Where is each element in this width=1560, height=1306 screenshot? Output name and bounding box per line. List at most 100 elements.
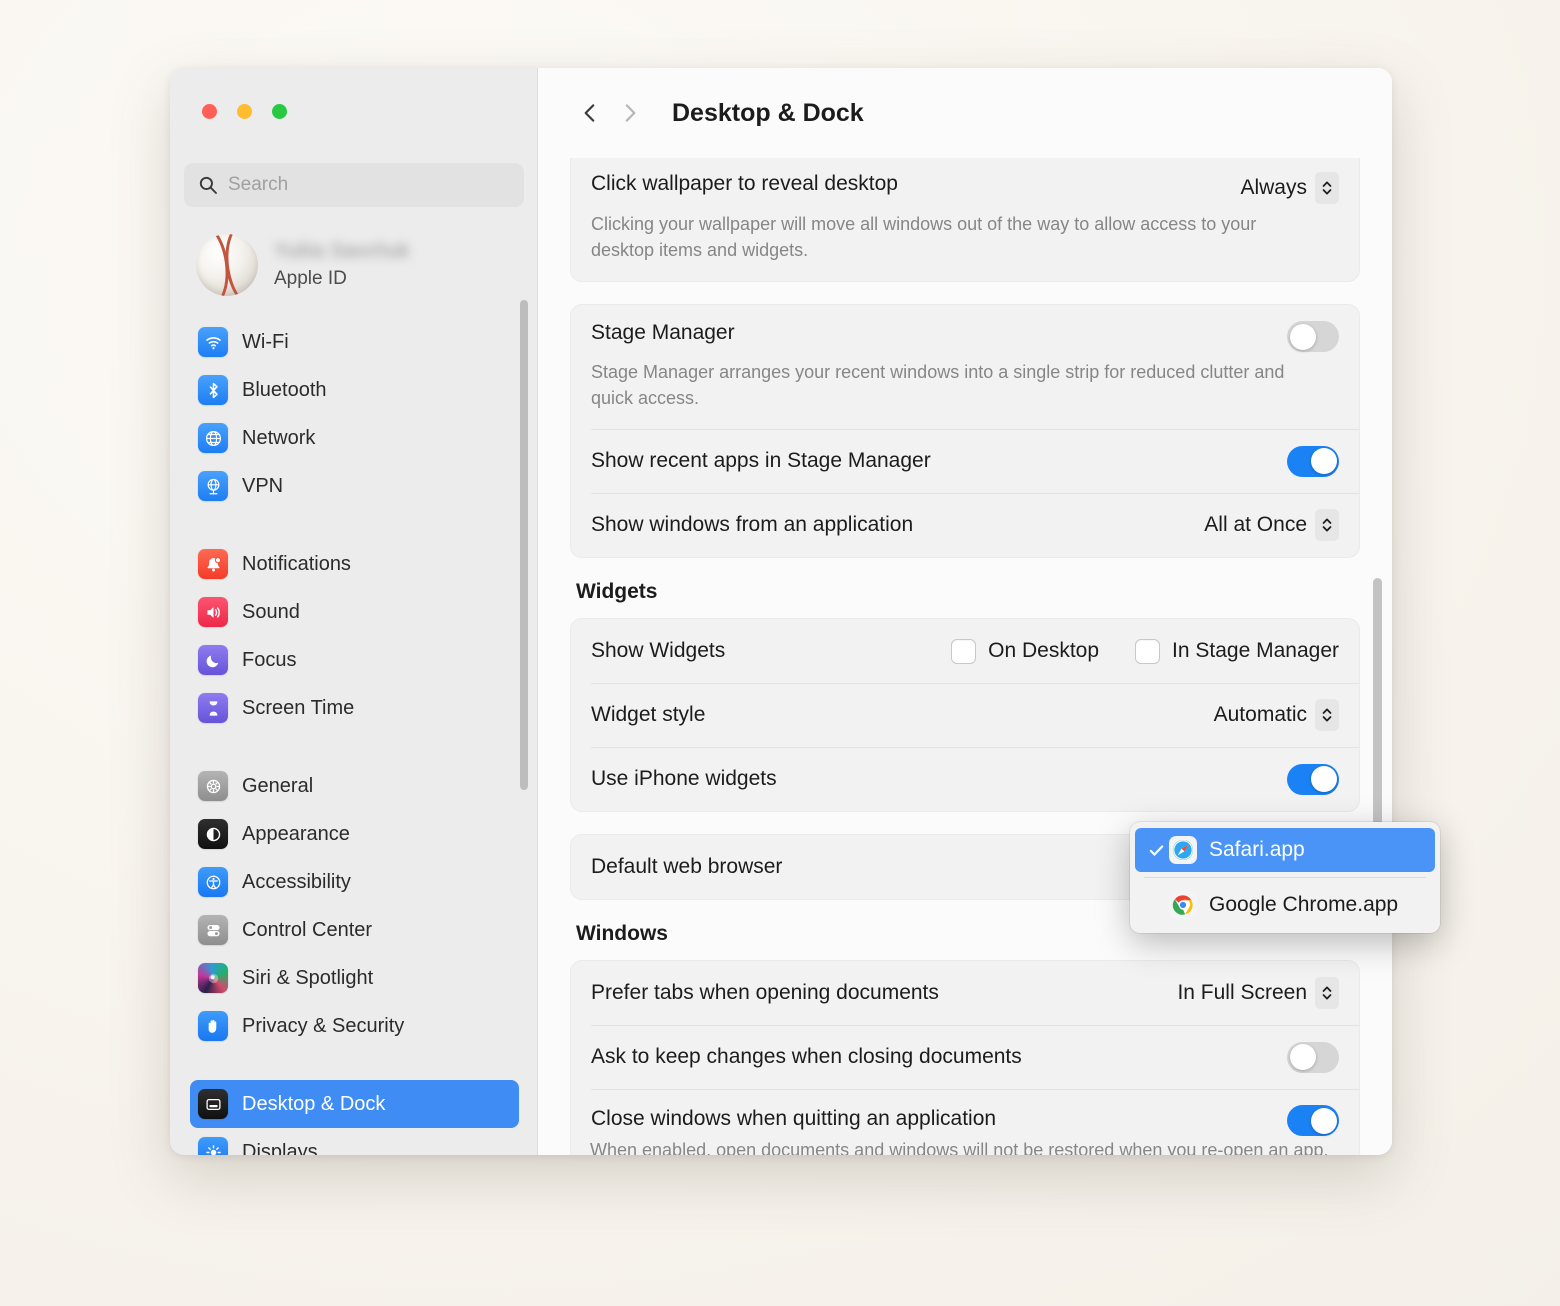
ask-to-keep-toggle[interactable]	[1287, 1041, 1339, 1073]
avatar	[196, 234, 258, 296]
dropdown-item-safari[interactable]: Safari.app	[1135, 828, 1435, 872]
sidebar-item-displays[interactable]: Displays	[190, 1128, 519, 1155]
close-button[interactable]	[202, 104, 217, 119]
checkmark-icon	[1143, 842, 1169, 859]
stage-manager-card: Stage Manager Stage Manager arranges you…	[570, 304, 1360, 559]
sidebar-group-network: Wi-Fi Bluetooth Network VPN	[170, 318, 537, 510]
sidebar-item-label: General	[242, 774, 314, 797]
default-browser-dropdown-menu: Safari.app Google Chrome.app	[1130, 822, 1440, 933]
show-widgets-in-stage-manager[interactable]: In Stage Manager	[1135, 638, 1339, 664]
sidebar-item-control-center[interactable]: Control Center	[190, 906, 519, 954]
hand-icon	[198, 1011, 228, 1041]
sidebar-item-sound[interactable]: Sound	[190, 588, 519, 636]
search-field[interactable]	[184, 163, 524, 207]
use-iphone-widgets-toggle[interactable]	[1287, 763, 1339, 795]
sidebar-item-label: Siri & Spotlight	[242, 966, 374, 989]
account-name: Yuliia Savchuk	[274, 240, 410, 262]
stage-manager-description: Stage Manager arranges your recent windo…	[591, 362, 1285, 409]
sidebar-item-label: Appearance	[242, 822, 350, 845]
show-windows-row: Show windows from an application All at …	[571, 493, 1359, 557]
sidebar-group-alerts: Notifications Sound Focus Screen Time	[170, 540, 537, 732]
sidebar-item-general[interactable]: General	[190, 762, 519, 810]
dropdown-item-google-chrome[interactable]: Google Chrome.app	[1135, 883, 1435, 927]
widget-style-label: Widget style	[591, 703, 706, 727]
show-widgets-on-desktop[interactable]: On Desktop	[951, 638, 1100, 664]
ask-to-keep-label: Ask to keep changes when closing documen…	[591, 1045, 1022, 1069]
settings-content: Click wallpaper to reveal desktop Always	[538, 158, 1392, 1155]
system-settings-window: Yuliia Savchuk Apple ID Wi-Fi	[170, 68, 1392, 1155]
sidebar-item-appearance[interactable]: Appearance	[190, 810, 519, 858]
show-recent-apps-toggle[interactable]	[1287, 445, 1339, 477]
click-wallpaper-label: Click wallpaper to reveal desktop	[591, 172, 898, 195]
sidebar-item-focus[interactable]: Focus	[190, 636, 519, 684]
sidebar-item-accessibility[interactable]: Accessibility	[190, 858, 519, 906]
desktop-dock-icon	[198, 1089, 228, 1119]
dropdown-item-label: Google Chrome.app	[1209, 893, 1399, 916]
sidebar-item-wifi[interactable]: Wi-Fi	[190, 318, 519, 366]
sidebar-item-network[interactable]: Network	[190, 414, 519, 462]
appearance-icon	[198, 819, 228, 849]
sidebar-item-notifications[interactable]: Notifications	[190, 540, 519, 588]
sidebar-item-screen-time[interactable]: Screen Time	[190, 684, 519, 732]
sidebar-item-label: Network	[242, 426, 316, 449]
sidebar-item-vpn[interactable]: VPN	[190, 462, 519, 510]
close-windows-toggle[interactable]	[1287, 1105, 1339, 1137]
back-button[interactable]	[570, 93, 610, 133]
chevron-updown-icon	[1315, 977, 1339, 1010]
search-input[interactable]	[228, 174, 510, 196]
widget-style-row: Widget style Automatic	[571, 683, 1359, 747]
zoom-button[interactable]	[272, 104, 287, 119]
dropdown-separator	[1144, 877, 1426, 878]
sidebar-item-label: Desktop & Dock	[242, 1092, 386, 1115]
safari-icon	[1169, 836, 1197, 864]
show-windows-value: All at Once	[1204, 513, 1307, 537]
hourglass-icon	[198, 693, 228, 723]
desktop-background: Yuliia Savchuk Apple ID Wi-Fi	[0, 0, 1560, 1306]
prefer-tabs-value: In Full Screen	[1177, 981, 1307, 1005]
show-widgets-row: Show Widgets On Desktop In Stage Manager	[571, 619, 1359, 683]
sidebar-group-desktop: Desktop & Dock Displays	[170, 1080, 537, 1155]
sidebar-item-label: Focus	[242, 648, 297, 671]
click-wallpaper-description: Clicking your wallpaper will move all wi…	[591, 214, 1257, 261]
sidebar-item-desktop-dock[interactable]: Desktop & Dock	[190, 1080, 519, 1128]
sidebar-item-label: Accessibility	[242, 870, 351, 893]
click-wallpaper-value: Always	[1240, 176, 1307, 199]
close-windows-label: Close windows when quitting an applicati…	[591, 1107, 997, 1131]
sidebar-scrollbar[interactable]	[520, 300, 528, 790]
gear-icon	[198, 771, 228, 801]
chevron-updown-icon	[1315, 509, 1339, 542]
vpn-icon	[198, 471, 228, 501]
click-wallpaper-popup-button[interactable]: Always	[1240, 172, 1339, 204]
siri-icon	[198, 963, 228, 993]
click-wallpaper-row: Click wallpaper to reveal desktop Always	[571, 158, 1359, 281]
forward-button[interactable]	[610, 93, 650, 133]
minimize-button[interactable]	[237, 104, 252, 119]
titlebar: Desktop & Dock	[538, 68, 1392, 158]
sidebar-item-privacy-security[interactable]: Privacy & Security	[190, 1002, 519, 1050]
accessibility-icon	[198, 867, 228, 897]
prefer-tabs-label: Prefer tabs when opening documents	[591, 981, 939, 1005]
widget-style-popup-button[interactable]: Automatic	[1214, 699, 1339, 732]
sidebar-item-bluetooth[interactable]: Bluetooth	[190, 366, 519, 414]
checkbox[interactable]	[1135, 638, 1161, 664]
stage-manager-toggle[interactable]	[1287, 321, 1339, 353]
sidebar-item-label: Screen Time	[242, 696, 355, 719]
chrome-icon	[1169, 891, 1197, 919]
wifi-icon	[198, 327, 228, 357]
sidebar-item-label: Bluetooth	[242, 378, 327, 401]
sidebar-item-apple-id[interactable]: Yuliia Savchuk Apple ID	[190, 230, 519, 300]
sidebar-item-label: Wi-Fi	[242, 330, 289, 353]
sidebar: Yuliia Savchuk Apple ID Wi-Fi	[170, 68, 538, 1155]
sidebar-item-siri-spotlight[interactable]: Siri & Spotlight	[190, 954, 519, 1002]
checkbox[interactable]	[951, 638, 977, 664]
show-windows-popup-button[interactable]: All at Once	[1204, 509, 1339, 542]
search-icon	[198, 175, 218, 195]
chevron-updown-icon	[1315, 172, 1339, 204]
close-windows-description: When enabled, open documents and windows…	[590, 1140, 1329, 1155]
sidebar-scroll-area: Yuliia Savchuk Apple ID Wi-Fi Bluetooth …	[170, 220, 537, 1155]
stage-manager-label: Stage Manager	[591, 321, 735, 345]
prefer-tabs-popup-button[interactable]: In Full Screen	[1177, 977, 1339, 1010]
checkbox-label: On Desktop	[988, 639, 1100, 663]
displays-icon	[198, 1137, 228, 1155]
stage-manager-row: Stage Manager Stage Manager arranges you…	[571, 305, 1359, 429]
